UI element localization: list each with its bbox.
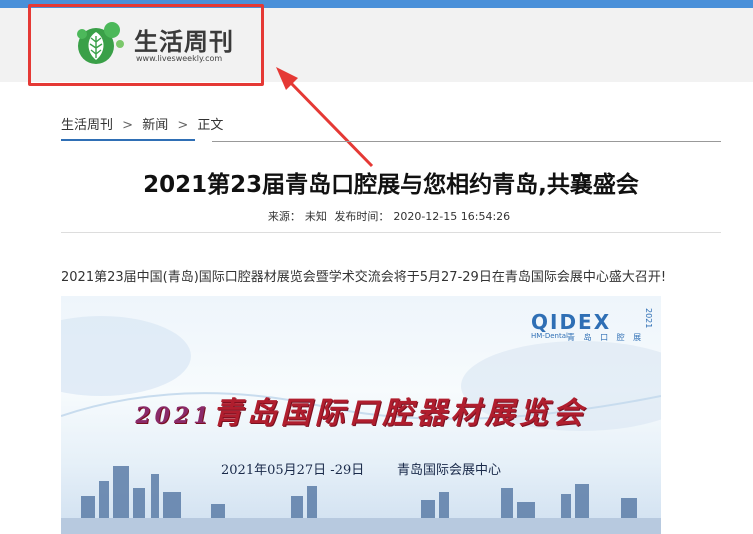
source-label: 来源：	[267, 210, 301, 223]
article-poster-image: QIDEX HM-Dental 青 岛 口 腔 展 2021 2021青岛国际口…	[61, 296, 661, 534]
poster-title-year: 2021	[135, 403, 213, 429]
source-value: 未知	[304, 210, 327, 223]
article-title: 2021第23届青岛口腔展与您相约青岛,共襄盛会	[143, 172, 639, 198]
time-label: 发布时间：	[334, 210, 390, 223]
breadcrumb-divider	[212, 141, 721, 142]
breadcrumb-home-link[interactable]: 生活周刊	[61, 118, 113, 133]
breadcrumb-separator: >	[122, 118, 134, 133]
poster-brand-sub: HM-Dental	[531, 332, 568, 340]
article-meta: 来源： 未知 发布时间： 2020-12-15 16:54:26	[61, 208, 721, 224]
poster-date: 2021年05月27日 -29日	[221, 463, 365, 478]
breadcrumb: 生活周刊 > 新闻 > 正文	[61, 114, 223, 133]
meta-divider	[61, 232, 721, 233]
poster-title: 2021青岛国际口腔器材展览会	[61, 388, 661, 432]
breadcrumb-current: 正文	[197, 118, 224, 133]
highlight-annotation-box	[28, 4, 264, 86]
poster-brand: QIDEX	[531, 310, 612, 334]
poster-venue: 青岛国际会展中心	[397, 463, 502, 478]
poster-title-text: 青岛国际口腔器材展览会	[212, 396, 587, 431]
breadcrumb-news-link[interactable]: 新闻	[142, 118, 168, 133]
breadcrumb-underline	[61, 139, 195, 141]
breadcrumb-separator: >	[177, 118, 189, 133]
poster-year-vertical: 2021	[644, 308, 653, 329]
time-value: 2020-12-15 16:54:26	[393, 210, 511, 223]
article-paragraph: 2021第23届中国(青岛)国际口腔器材展览会暨学术交流会将于5月27-29日在…	[61, 270, 667, 285]
poster-brand-cn: 青 岛 口 腔 展	[567, 333, 645, 342]
